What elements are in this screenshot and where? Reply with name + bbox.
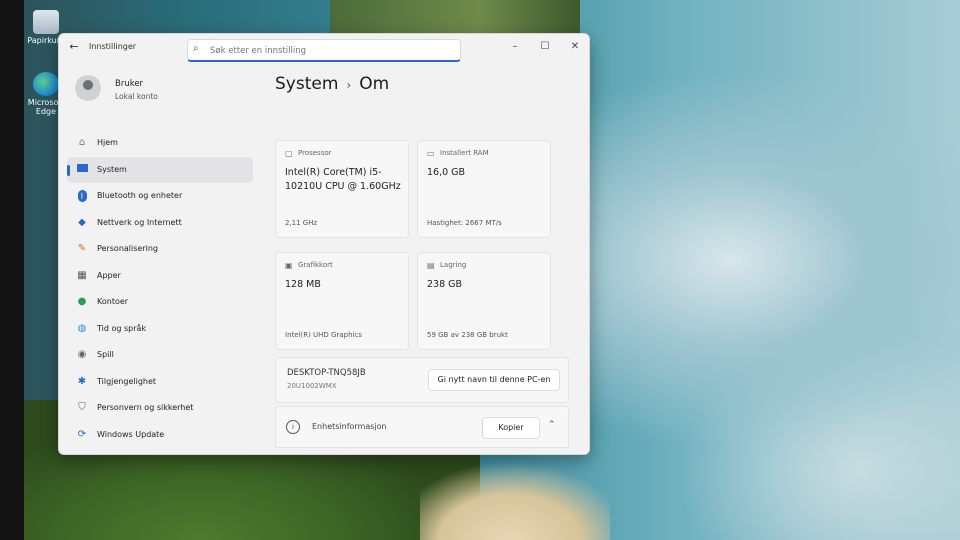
person-icon: ● xyxy=(77,296,87,307)
home-icon: ⌂ xyxy=(78,137,86,148)
sidebar-item-label: Personalisering xyxy=(97,244,158,253)
page-title: Om xyxy=(359,74,390,94)
rename-pc-button[interactable]: Gi nytt navn til denne PC-en xyxy=(428,369,560,391)
apps-icon: ▦ xyxy=(77,269,87,281)
card-label: Grafikkort xyxy=(298,261,333,269)
card-detail: 59 GB av 238 GB brukt xyxy=(427,331,508,339)
bluetooth-icon: ᛒ xyxy=(75,189,89,203)
sidebar-item-label: Apper xyxy=(97,270,121,280)
sidebar: Bruker Lokal konto ⌂ Hjem System ᛒ Bluet… xyxy=(59,62,259,454)
shield-icon: ⛉ xyxy=(78,402,86,413)
processor-icon: ▢ xyxy=(285,149,293,158)
wallpaper-cliff xyxy=(330,0,580,36)
card-label: Prosessor xyxy=(298,149,332,157)
brush-icon: ✎ xyxy=(77,243,87,254)
maximize-button[interactable]: ☐ xyxy=(537,40,553,54)
sidebar-item-label: Kontoer xyxy=(97,297,129,306)
minimize-button[interactable]: – xyxy=(507,40,523,54)
gamepad-icon: ◉ xyxy=(77,349,87,360)
sidebar-item-windows-update[interactable]: ⟳ Windows Update xyxy=(67,422,253,449)
sidebar-item-accounts[interactable]: ● Kontoer xyxy=(67,289,253,316)
gpu-card: ▣ Grafikkort 128 MB Intel(R) UHD Graphic… xyxy=(275,252,409,350)
chevron-up-icon[interactable]: ⌃ xyxy=(548,420,556,430)
sidebar-item-label: Windows Update xyxy=(97,429,165,439)
sidebar-item-time-language[interactable]: ◍ Tid og språk xyxy=(67,316,253,343)
device-model: 20U1002WMX xyxy=(287,382,337,390)
back-button[interactable]: ← xyxy=(67,40,81,54)
main-content: System › Om ▢ Prosessor Intel(R) Core(TM) … xyxy=(273,62,589,454)
arrow-left-icon: ← xyxy=(69,40,79,53)
card-value: 238 GB xyxy=(427,279,463,290)
sidebar-item-system[interactable]: System xyxy=(67,156,253,183)
breadcrumb-separator: › xyxy=(346,78,352,92)
ram-card: ▭ Installert RAM 16,0 GB Hastighet: 2667… xyxy=(417,140,551,238)
user-account-type: Lokal konto xyxy=(115,92,158,101)
sidebar-item-personalization[interactable]: ✎ Personalisering xyxy=(67,236,253,263)
sidebar-item-network[interactable]: ◆ Nettverk og Internett xyxy=(67,210,253,237)
edge-icon xyxy=(33,72,59,96)
info-icon: i xyxy=(286,420,300,434)
sidebar-item-label: Tid og språk xyxy=(97,323,147,333)
processor-card: ▢ Prosessor Intel(R) Core(TM) i5-10210U … xyxy=(275,140,409,238)
sidebar-item-label: Hjem xyxy=(97,138,118,147)
device-info-label: Enhetsinformasjon xyxy=(312,422,387,431)
copy-button[interactable]: Kopier xyxy=(482,417,540,439)
device-info-panel[interactable]: i Enhetsinformasjon Kopier ⌃ xyxy=(275,406,569,448)
card-detail: Hastighet: 2667 MT/s xyxy=(427,219,502,227)
sidebar-item-label: Nettverk og Internett xyxy=(97,217,182,227)
sidebar-item-gaming[interactable]: ◉ Spill xyxy=(67,342,253,369)
card-label: Lagring xyxy=(440,261,467,269)
avatar[interactable] xyxy=(75,75,101,101)
user-name: Bruker xyxy=(115,79,144,89)
card-value: Intel(R) Core(TM) i5-10210U CPU @ 1.60GH… xyxy=(285,167,401,192)
sidebar-item-label: Tilgjengelighet xyxy=(97,376,157,386)
wallpaper-beach xyxy=(420,452,610,540)
close-button[interactable]: ✕ xyxy=(567,40,583,54)
sidebar-item-label: System xyxy=(97,164,127,174)
card-value: 128 MB xyxy=(285,279,321,290)
device-name-panel: DESKTOP-TNQ58JB 20U1002WMX Gi nytt navn … xyxy=(275,357,569,403)
sidebar-item-apps[interactable]: ▦ Apper xyxy=(67,263,253,290)
globe-clock-icon: ◍ xyxy=(77,322,87,334)
sidebar-item-label: Bluetooth og enheter xyxy=(97,191,183,200)
nav-list: ⌂ Hjem System ᛒ Bluetooth og enheter ◆ N… xyxy=(67,130,253,448)
app-title: Innstillinger xyxy=(89,42,137,51)
search-box[interactable]: ⌕ xyxy=(187,39,461,62)
screen-bezel xyxy=(0,0,24,540)
sidebar-item-accessibility[interactable]: ✱ Tilgjengelighet xyxy=(67,369,253,396)
card-value: 16,0 GB xyxy=(427,167,466,178)
accessibility-icon: ✱ xyxy=(77,375,87,387)
card-detail: Intel(R) UHD Graphics xyxy=(285,331,362,339)
search-input[interactable] xyxy=(208,42,452,59)
recycle-bin-icon xyxy=(33,10,59,34)
wifi-icon: ◆ xyxy=(78,216,86,228)
card-label: Installert RAM xyxy=(440,149,489,157)
settings-window: ← Innstillinger ⌕ – ☐ ✕ Bruker Lokal kon… xyxy=(58,33,590,455)
device-name: DESKTOP-TNQ58JB xyxy=(287,368,366,378)
storage-icon: ▤ xyxy=(427,261,435,270)
breadcrumb: System › Om xyxy=(275,74,389,94)
sidebar-item-privacy-security[interactable]: ⛉ Personvern og sikkerhet xyxy=(67,395,253,422)
update-icon: ⟳ xyxy=(77,428,87,440)
sidebar-item-label: Spill xyxy=(97,350,114,359)
sidebar-item-home[interactable]: ⌂ Hjem xyxy=(67,130,253,157)
breadcrumb-parent[interactable]: System xyxy=(275,74,338,94)
search-icon: ⌕ xyxy=(193,43,199,54)
card-detail: 2,11 GHz xyxy=(285,219,318,227)
display-icon: ▣ xyxy=(285,261,293,270)
title-bar[interactable]: ← Innstillinger ⌕ – ☐ ✕ xyxy=(59,34,589,62)
system-icon xyxy=(75,163,89,177)
sidebar-item-bluetooth[interactable]: ᛒ Bluetooth og enheter xyxy=(67,183,253,210)
storage-card: ▤ Lagring 238 GB 59 GB av 238 GB brukt xyxy=(417,252,551,350)
memory-icon: ▭ xyxy=(427,149,435,158)
sidebar-item-label: Personvern og sikkerhet xyxy=(97,403,194,412)
